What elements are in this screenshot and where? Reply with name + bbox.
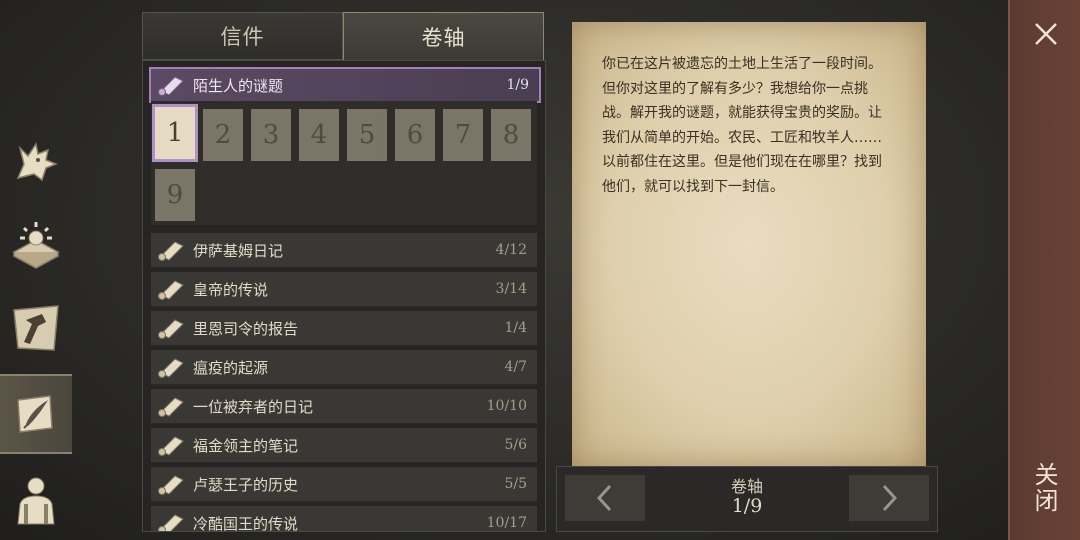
- page-tile-1[interactable]: 1: [152, 104, 198, 162]
- entry-title: 陌生人的谜题: [193, 76, 284, 95]
- scroll-list-panel[interactable]: 陌生人的谜题 1/9 1 2 3 4 5 6 7 8 9 伊萨基姆日记 4/12…: [142, 60, 546, 532]
- list-item[interactable]: 里恩司令的报告 1/4: [151, 311, 537, 346]
- entry-count: 5/5: [504, 476, 527, 492]
- entry-title: 卢瑟王子的历史: [193, 475, 299, 494]
- entry-title: 伊萨基姆日记: [193, 241, 284, 260]
- page-tile-9[interactable]: 9: [155, 169, 195, 221]
- list-item[interactable]: 福金领主的笔记 5/6: [151, 428, 537, 463]
- close-panel[interactable]: 关闭: [1008, 0, 1080, 540]
- entry-count: 10/17: [486, 515, 527, 531]
- entry-count: 4/12: [495, 242, 527, 258]
- page-tile-3[interactable]: 3: [251, 109, 291, 161]
- list-item[interactable]: 瘟疫的起源 4/7: [151, 350, 537, 385]
- wolf-icon: [16, 142, 59, 182]
- nav-crafting-button[interactable]: [0, 290, 72, 366]
- entry-title: 皇帝的传说: [193, 280, 269, 299]
- side-nav: [0, 0, 72, 540]
- nav-skills-button[interactable]: [0, 206, 72, 282]
- scroll-icon: [158, 475, 184, 495]
- entry-title: 瘟疫的起源: [193, 358, 269, 377]
- tab-letters[interactable]: 信件: [142, 12, 343, 60]
- tab-bar: 信件 卷轴: [142, 12, 544, 60]
- close-button-label[interactable]: 关闭: [1030, 462, 1062, 514]
- entry-title: 一位被弃者的日记: [193, 397, 314, 416]
- list-item-selected[interactable]: 陌生人的谜题 1/9: [149, 67, 541, 103]
- hammer-icon: [13, 305, 59, 351]
- page-navigator: 卷轴 1/9: [556, 466, 938, 532]
- list-item[interactable]: 一位被弃者的日记 10/10: [151, 389, 537, 424]
- pager-label: 卷轴: [730, 477, 763, 496]
- entry-count: 1/9: [506, 77, 529, 93]
- entry-count: 4/7: [504, 359, 527, 375]
- letter-body-text: 你已在这片被遗忘的土地上生活了一段时间。但你对这里的了解有多少？我想给你一点挑战…: [602, 56, 882, 195]
- scroll-icon: [158, 397, 184, 417]
- scroll-icon: [158, 514, 184, 531]
- parchment-page: 你已在这片被遗忘的土地上生活了一段时间。但你对这里的了解有多少？我想给你一点挑战…: [572, 22, 926, 466]
- scroll-icon: [158, 280, 184, 300]
- entry-count: 5/6: [504, 437, 527, 453]
- character-icon: [17, 477, 55, 525]
- prev-page-button[interactable]: [565, 475, 645, 521]
- page-tile-5[interactable]: 5: [347, 109, 387, 161]
- chevron-left-icon: [596, 484, 612, 512]
- close-icon[interactable]: [1028, 16, 1064, 52]
- list-item[interactable]: 皇帝的传说 3/14: [151, 272, 537, 307]
- scroll-icon: [158, 76, 184, 96]
- page-tile-2[interactable]: 2: [203, 109, 243, 161]
- list-item[interactable]: 卢瑟王子的历史 5/5: [151, 467, 537, 502]
- scroll-icon: [158, 319, 184, 339]
- entry-count: 3/14: [495, 281, 527, 297]
- nav-bestiary-button[interactable]: [0, 124, 72, 200]
- scroll-icon: [158, 358, 184, 378]
- entry-title: 福金领主的笔记: [193, 436, 299, 455]
- nav-character-button[interactable]: [0, 460, 72, 536]
- pager-value: 1/9: [731, 495, 763, 517]
- next-page-button[interactable]: [849, 475, 929, 521]
- scroll-icon: [158, 436, 184, 456]
- page-grid: 1 2 3 4 5 6 7 8 9: [151, 101, 537, 225]
- nav-journal-button[interactable]: [0, 374, 72, 454]
- page-tile-8[interactable]: 8: [491, 109, 531, 161]
- entry-title: 里恩司令的报告: [193, 319, 299, 338]
- entry-count: 10/10: [486, 398, 527, 414]
- list-item[interactable]: 冷酷国王的传说 10/17: [151, 506, 537, 532]
- tab-scrolls[interactable]: 卷轴: [343, 12, 544, 60]
- scroll-icon: [158, 241, 184, 261]
- sun-book-icon: [12, 222, 60, 269]
- page-tile-7[interactable]: 7: [443, 109, 483, 161]
- chevron-right-icon: [882, 484, 898, 512]
- page-tile-4[interactable]: 4: [299, 109, 339, 161]
- entry-title: 冷酷国王的传说: [193, 514, 299, 532]
- page-tile-6[interactable]: 6: [395, 109, 435, 161]
- entry-count: 1/4: [504, 320, 527, 336]
- quill-scroll-icon: [17, 395, 53, 433]
- list-item[interactable]: 伊萨基姆日记 4/12: [151, 233, 537, 268]
